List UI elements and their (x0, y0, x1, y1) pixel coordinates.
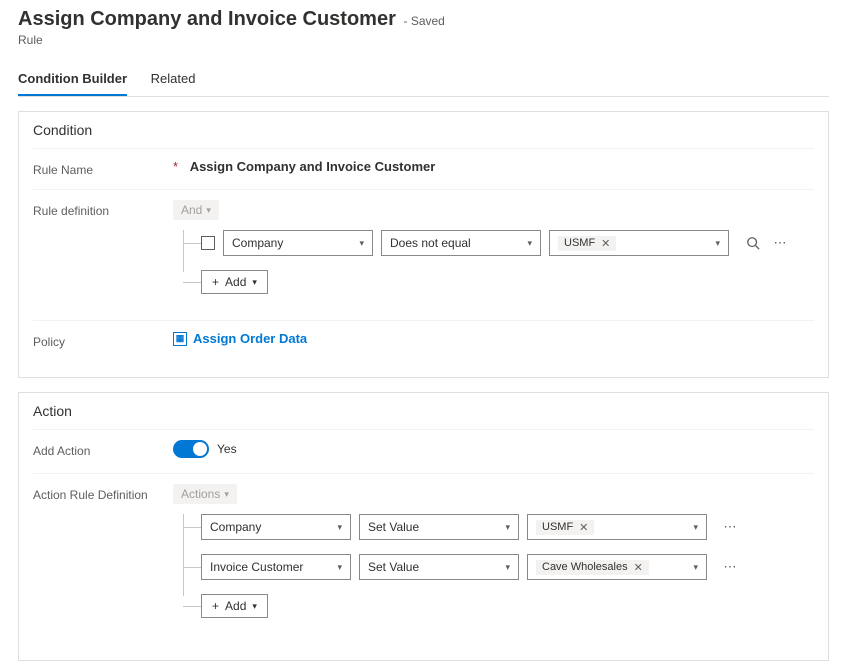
chevron-down-icon: ▾ (505, 562, 510, 573)
remove-tag-icon[interactable]: ✕ (579, 521, 588, 534)
field-select-invoice-customer[interactable]: Invoice Customer ▾ (201, 554, 351, 580)
root-operator-label: And (181, 203, 202, 217)
policy-link-text: Assign Order Data (193, 331, 307, 346)
more-actions-icon[interactable] (771, 233, 791, 253)
more-actions-icon[interactable] (721, 557, 741, 577)
search-icon[interactable] (743, 233, 763, 253)
add-action-label: Add Action (33, 440, 173, 458)
chevron-down-icon: ▾ (693, 522, 698, 533)
add-row: + Add ▾ (201, 270, 814, 294)
rule-name-label: Rule Name (33, 159, 173, 177)
page-title: Assign Company and Invoice Customer (18, 8, 396, 30)
record-type: Rule (18, 33, 829, 47)
add-condition-button[interactable]: + Add ▾ (201, 270, 268, 294)
tree-branch (183, 527, 201, 528)
operator-value: Set Value (368, 520, 419, 534)
action-tree: Company ▾ Set Value ▾ USMF ✕ ▾ (173, 514, 814, 618)
add-label: Add (225, 275, 246, 289)
remove-tag-icon[interactable]: ✕ (634, 561, 643, 574)
operator-select-set-value[interactable]: Set Value ▾ (359, 554, 519, 580)
value-select[interactable]: Cave Wholesales ✕ ▾ (527, 554, 707, 580)
field-value: Invoice Customer (210, 560, 303, 574)
toggle-thumb (193, 442, 207, 456)
chevron-down-icon: ▾ (337, 562, 342, 573)
operator-select-set-value[interactable]: Set Value ▾ (359, 514, 519, 540)
value-text: USMF (564, 237, 595, 249)
value-select[interactable]: USMF ✕ ▾ (527, 514, 707, 540)
value-tag: USMF ✕ (536, 520, 594, 535)
operator-select-does-not-equal[interactable]: Does not equal ▾ (381, 230, 541, 256)
condition-tree: Company ▾ Does not equal ▾ USMF ✕ ▾ (173, 230, 814, 294)
chevron-down-icon: ▾ (252, 277, 257, 288)
chevron-down-icon: ▾ (206, 205, 211, 216)
value-tag: Cave Wholesales ✕ (536, 560, 649, 575)
root-operator-actions[interactable]: Actions ▾ (173, 484, 237, 504)
chevron-down-icon: ▾ (337, 522, 342, 533)
add-row: + Add ▾ (201, 594, 814, 618)
chevron-down-icon: ▾ (359, 238, 364, 249)
action-rule-definition-label: Action Rule Definition (33, 484, 173, 502)
save-status: - Saved (403, 14, 444, 28)
tree-line (183, 230, 184, 272)
action-row: Company ▾ Set Value ▾ USMF ✕ ▾ (201, 514, 814, 540)
field-value: Company (210, 520, 261, 534)
value-tag: USMF ✕ (558, 236, 616, 251)
tree-branch (183, 567, 201, 568)
more-actions-icon[interactable] (721, 517, 741, 537)
row-checkbox[interactable] (201, 236, 215, 250)
condition-row: Company ▾ Does not equal ▾ USMF ✕ ▾ (201, 230, 814, 256)
action-row: Invoice Customer ▾ Set Value ▾ Cave Whol… (201, 554, 814, 580)
condition-panel-title: Condition (33, 122, 814, 138)
value-text: Cave Wholesales (542, 561, 628, 573)
chevron-down-icon: ▾ (527, 238, 532, 249)
policy-link[interactable]: ▦ Assign Order Data (173, 331, 814, 346)
operator-value: Does not equal (390, 236, 471, 250)
root-operator-label: Actions (181, 487, 220, 501)
tab-condition-builder[interactable]: Condition Builder (18, 65, 127, 96)
add-action-toggle[interactable] (173, 440, 209, 458)
add-action-button[interactable]: + Add ▾ (201, 594, 268, 618)
chevron-down-icon: ▾ (693, 562, 698, 573)
tree-branch (183, 243, 201, 244)
tab-bar: Condition Builder Related (18, 65, 829, 97)
plus-icon: + (212, 599, 219, 613)
action-panel-title: Action (33, 403, 814, 419)
root-operator-and[interactable]: And ▾ (173, 200, 219, 220)
tree-branch (183, 606, 201, 607)
policy-icon: ▦ (173, 332, 187, 346)
toggle-value: Yes (217, 442, 237, 456)
plus-icon: + (212, 275, 219, 289)
chevron-down-icon: ▾ (505, 522, 510, 533)
required-indicator: * (173, 159, 178, 174)
field-value: Company (232, 236, 283, 250)
operator-value: Set Value (368, 560, 419, 574)
rule-definition-label: Rule definition (33, 200, 173, 218)
chevron-down-icon: ▾ (252, 601, 257, 612)
policy-label: Policy (33, 331, 173, 349)
field-select-company[interactable]: Company ▾ (201, 514, 351, 540)
field-select-company[interactable]: Company ▾ (223, 230, 373, 256)
action-panel: Action Add Action Yes Action Rule Defini… (18, 392, 829, 661)
add-label: Add (225, 599, 246, 613)
tree-branch (183, 282, 201, 283)
value-select[interactable]: USMF ✕ ▾ (549, 230, 729, 256)
tab-related[interactable]: Related (151, 65, 196, 94)
chevron-down-icon: ▾ (715, 238, 720, 249)
condition-panel: Condition Rule Name * Assign Company and… (18, 111, 829, 378)
chevron-down-icon: ▾ (224, 489, 229, 500)
value-text: USMF (542, 521, 573, 533)
remove-tag-icon[interactable]: ✕ (601, 237, 610, 250)
rule-name-value[interactable]: Assign Company and Invoice Customer (190, 159, 436, 174)
